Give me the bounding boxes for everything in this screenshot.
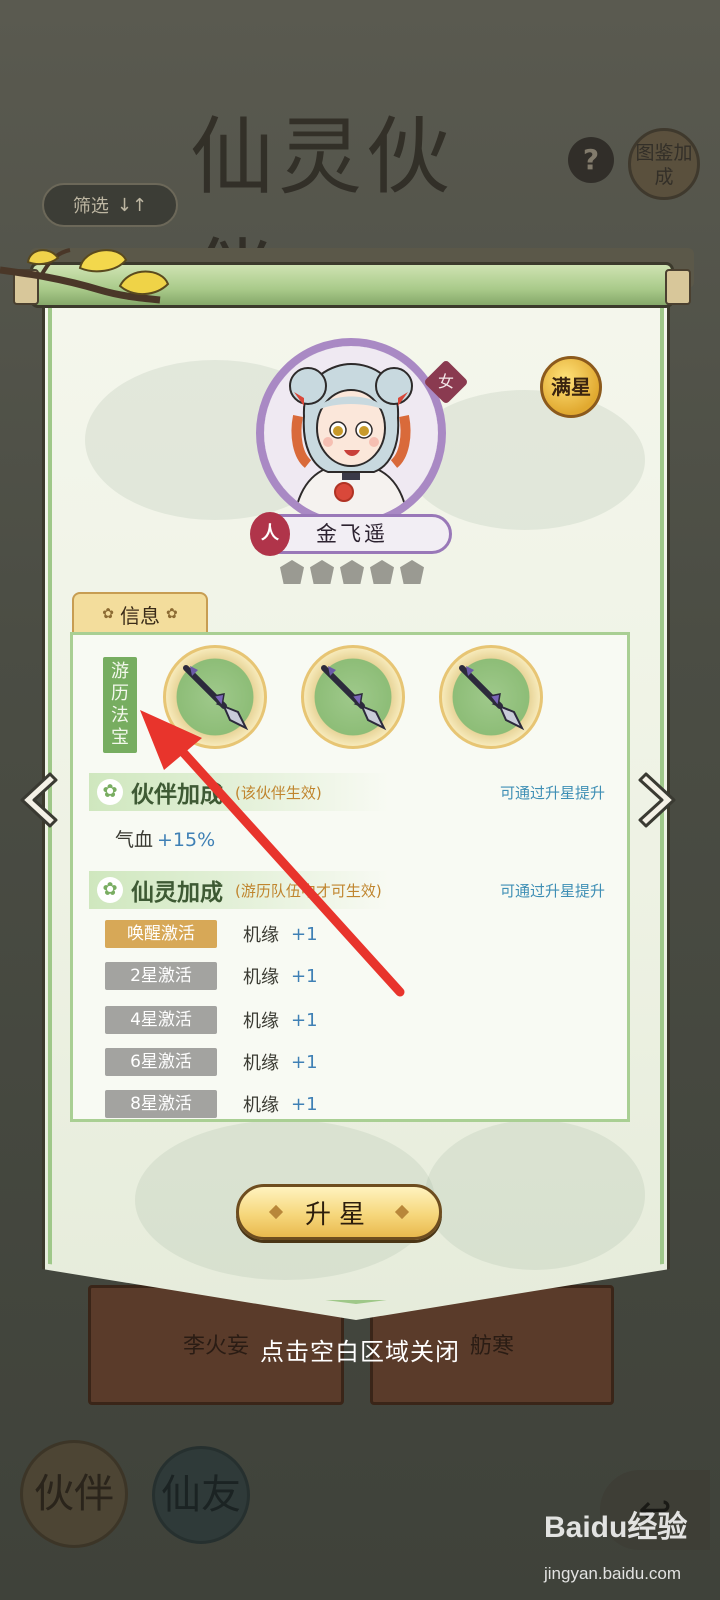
empty-star-icon bbox=[280, 560, 304, 584]
activation-value: +1 bbox=[291, 1009, 318, 1031]
empty-star-icon bbox=[310, 560, 334, 584]
section-title: 伙伴加成 bbox=[131, 782, 223, 808]
partner-avatar-illustration bbox=[264, 346, 438, 520]
flower-icon: ✿ bbox=[166, 606, 178, 622]
activation-row: 2星激活 机缘 +1 bbox=[105, 961, 605, 991]
gender-label: 女 bbox=[437, 372, 454, 391]
star-rating bbox=[280, 560, 430, 584]
activation-stat: 机缘 bbox=[243, 1011, 279, 1032]
activation-stat: 机缘 bbox=[243, 925, 279, 946]
spear-icon bbox=[183, 665, 249, 731]
race-badge: 人 bbox=[250, 512, 290, 556]
partner-bonus-header: ✿ 伙伴加成 (该伙伴生效) 可通过升星提升 bbox=[89, 771, 615, 813]
flower-icon: ✿ bbox=[97, 779, 123, 805]
activation-value: +1 bbox=[291, 1093, 318, 1115]
empty-star-icon bbox=[370, 560, 394, 584]
info-panel[interactable]: 游历法宝 ✿ 伙伴加成 (该伙伴生效) 可通过升星提升 气血 +15% ✿ 仙灵… bbox=[70, 632, 630, 1122]
ginkgo-branch-decoration bbox=[0, 248, 170, 304]
chevron-right-icon[interactable] bbox=[636, 770, 682, 830]
gender-badge: 女 bbox=[423, 359, 469, 405]
chevron-left-icon[interactable] bbox=[14, 770, 60, 830]
tab-info-label: 信息 bbox=[120, 603, 160, 628]
section-note: (该伙伴生效) bbox=[235, 783, 322, 802]
flower-icon: ✿ bbox=[97, 877, 123, 903]
activation-row: 4星激活 机缘 +1 bbox=[105, 1005, 605, 1035]
watermark: Baidu经验 jingyan.baidu.com bbox=[540, 1500, 710, 1590]
activation-row: 唤醒激活 机缘 +1 bbox=[105, 919, 605, 949]
section-note: (游历队伍中才可生效) bbox=[235, 881, 382, 900]
treasure-slot[interactable] bbox=[163, 645, 267, 749]
activation-stat: 机缘 bbox=[243, 967, 279, 988]
activation-value: +1 bbox=[291, 923, 318, 945]
activation-value: +1 bbox=[291, 1051, 318, 1073]
watermark-brand: Baidu经验 bbox=[544, 1511, 688, 1544]
tab-friend: 仙友 bbox=[152, 1446, 250, 1544]
max-star-badge: 满星 bbox=[540, 356, 602, 418]
close-hint: 点击空白区域关闭 bbox=[260, 1338, 460, 1366]
activation-stat: 机缘 bbox=[243, 1095, 279, 1116]
question-icon: ? bbox=[582, 143, 600, 176]
atlas-bonus-button[interactable]: 图鉴加成 bbox=[628, 128, 700, 200]
activation-label: 6星激活 bbox=[105, 1048, 217, 1076]
treasure-slot[interactable] bbox=[301, 645, 405, 749]
flower-icon: ✿ bbox=[102, 606, 114, 622]
tab-partner: 伙伴 bbox=[20, 1440, 128, 1548]
treasure-slot[interactable] bbox=[439, 645, 543, 749]
diamond-icon bbox=[268, 1204, 284, 1220]
filter-button[interactable]: 筛选 ↓↑ bbox=[42, 183, 178, 227]
empty-star-icon bbox=[400, 560, 424, 584]
stat-value: +15% bbox=[157, 829, 216, 851]
activation-row: 6星激活 机缘 +1 bbox=[105, 1047, 605, 1077]
activation-label: 8星激活 bbox=[105, 1090, 217, 1118]
empty-star-icon bbox=[340, 560, 364, 584]
section-hint: 可通过升星提升 bbox=[499, 881, 605, 900]
activation-row: 8星激活 机缘 +1 bbox=[105, 1089, 605, 1119]
stat-name: 气血 bbox=[115, 829, 154, 851]
sort-icon: ↓↑ bbox=[116, 194, 148, 216]
travel-treasure-label: 游历法宝 bbox=[103, 657, 137, 753]
upgrade-star-label: 升星 bbox=[304, 1199, 373, 1230]
watermark-url: jingyan.baidu.com bbox=[544, 1564, 682, 1583]
activation-label: 唤醒激活 bbox=[105, 920, 217, 948]
upgrade-star-button[interactable]: 升星 bbox=[236, 1184, 442, 1240]
filter-label: 筛选 bbox=[72, 196, 109, 217]
partner-portrait bbox=[256, 338, 446, 528]
section-title: 仙灵加成 bbox=[131, 880, 223, 906]
activation-value: +1 bbox=[291, 965, 318, 987]
activation-stat: 机缘 bbox=[243, 1053, 279, 1074]
spirit-bonus-header: ✿ 仙灵加成 (游历队伍中才可生效) 可通过升星提升 bbox=[89, 869, 615, 911]
diamond-icon bbox=[394, 1204, 410, 1220]
activation-label: 2星激活 bbox=[105, 962, 217, 990]
spear-icon bbox=[459, 665, 525, 731]
section-hint: 可通过升星提升 bbox=[499, 783, 605, 802]
spear-icon bbox=[321, 665, 387, 731]
stat-line: 气血 +15% bbox=[115, 825, 215, 852]
activation-label: 4星激活 bbox=[105, 1006, 217, 1034]
tab-info[interactable]: ✿ 信息 ✿ bbox=[72, 592, 208, 634]
help-button[interactable]: ? bbox=[568, 137, 614, 183]
